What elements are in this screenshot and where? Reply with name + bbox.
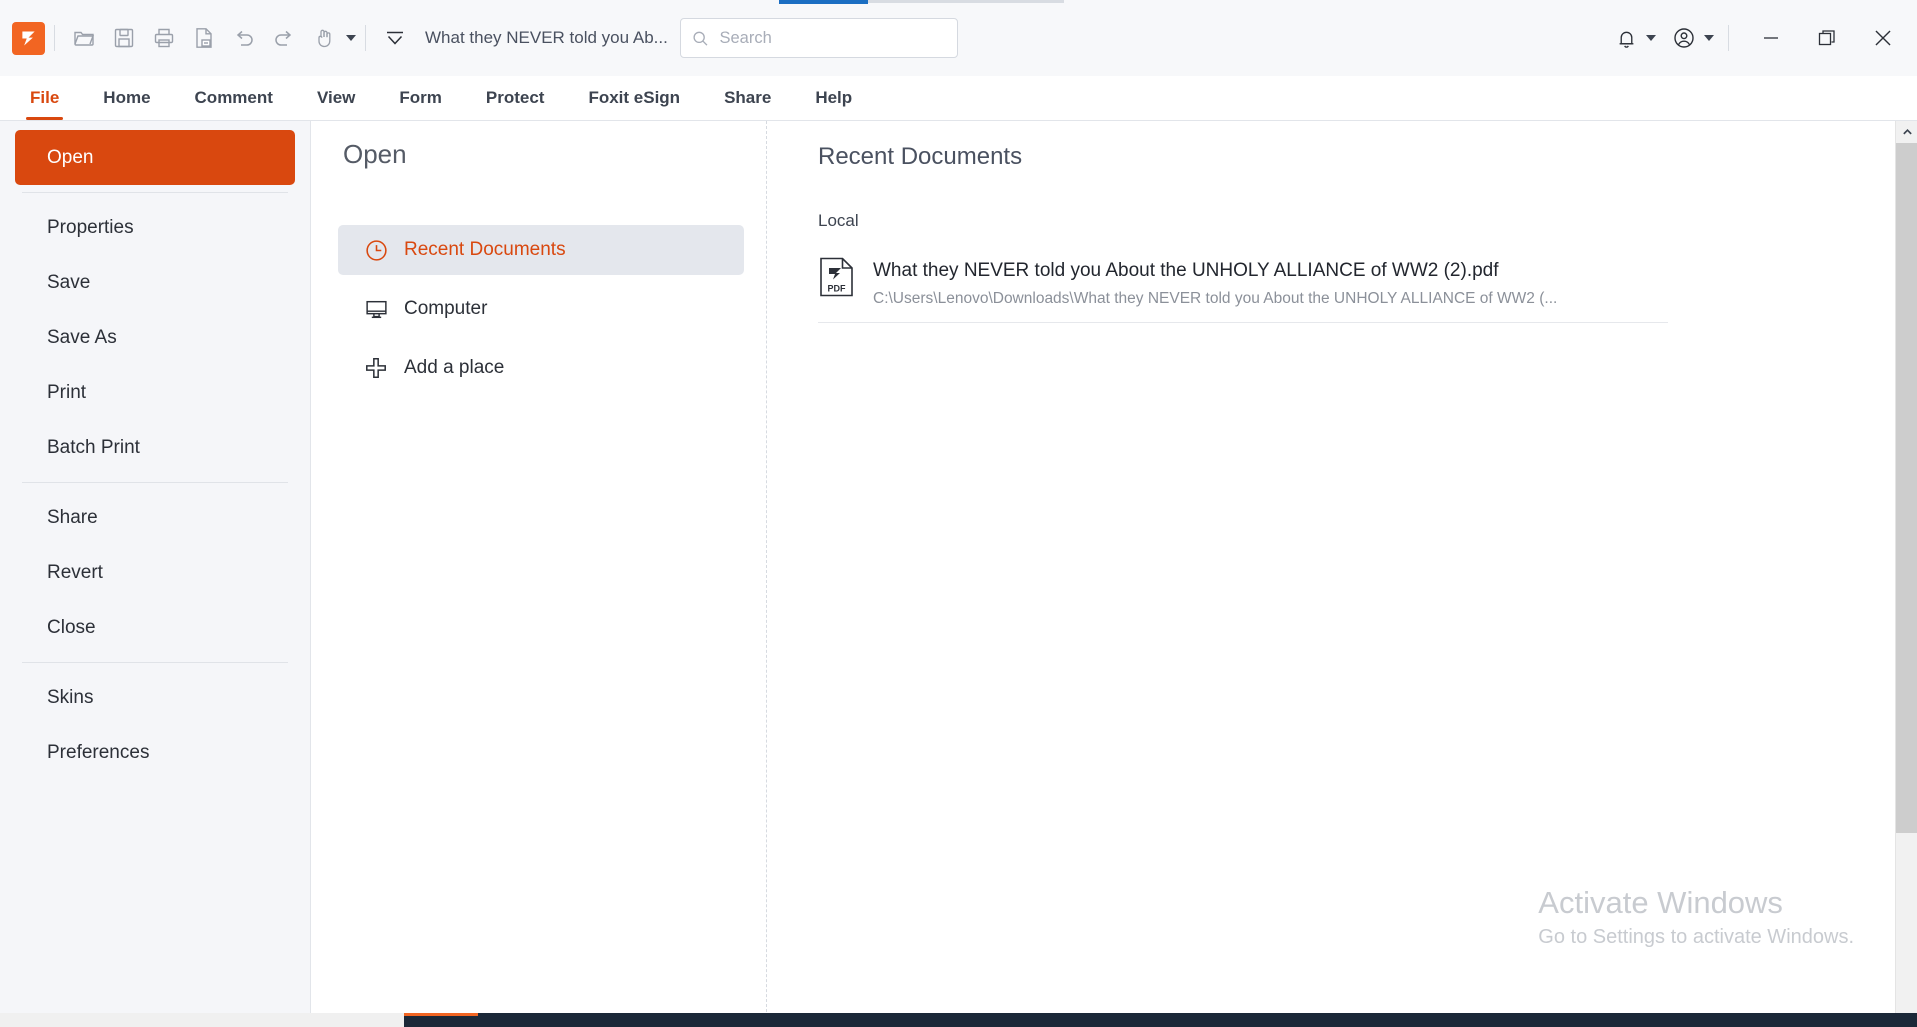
scrollbar-up-arrow-icon[interactable] <box>1896 121 1917 143</box>
taskbar-left-strip <box>0 1013 404 1027</box>
user-account-icon[interactable] <box>1666 18 1702 58</box>
document-tab-dropdown-icon[interactable] <box>375 18 415 58</box>
sidebar-item-open[interactable]: Open <box>15 130 295 185</box>
open-item-add-a-place[interactable]: Add a place <box>338 343 744 393</box>
sidebar-item-save-as[interactable]: Save As <box>15 310 295 365</box>
menu-item-share[interactable]: Share <box>702 76 793 120</box>
sidebar-item-properties[interactable]: Properties <box>15 200 295 255</box>
search-box[interactable] <box>679 18 958 58</box>
svg-text:PDF: PDF <box>828 284 847 294</box>
title-bar: What they NEVER told you Ab... <box>0 0 1917 76</box>
menu-bar: File Home Comment View Form Protect Foxi… <box>0 76 1917 121</box>
toolbar-divider-3 <box>1728 25 1729 51</box>
window-top-accent <box>779 0 868 4</box>
recent-document-name: What they NEVER told you About the UNHOL… <box>873 260 1499 281</box>
open-panel: Open Recent Documents Computer Add a pla… <box>311 121 767 1027</box>
menu-item-form[interactable]: Form <box>377 76 464 120</box>
pdf-file-icon: PDF <box>818 257 856 297</box>
sidebar-divider-1 <box>22 192 288 193</box>
sidebar-item-skins[interactable]: Skins <box>15 670 295 725</box>
export-page-icon[interactable] <box>184 18 224 58</box>
restore-icon[interactable] <box>1799 13 1855 63</box>
open-item-label: Add a place <box>404 357 505 378</box>
menu-item-help[interactable]: Help <box>793 76 874 120</box>
redo-icon[interactable] <box>264 18 304 58</box>
window-top-accent-secondary <box>868 0 1064 3</box>
minimize-icon[interactable] <box>1743 13 1799 63</box>
recent-group-label: Local <box>818 211 859 230</box>
sidebar-item-share[interactable]: Share <box>15 490 295 545</box>
sidebar-item-batch-print[interactable]: Batch Print <box>15 420 295 475</box>
recent-document-row[interactable]: PDF What they NEVER told you About the U… <box>818 248 1668 323</box>
toolbar-divider-2 <box>365 25 366 51</box>
sidebar-item-revert[interactable]: Revert <box>15 545 295 600</box>
scrollbar-thumb[interactable] <box>1896 143 1917 833</box>
save-icon[interactable] <box>104 18 144 58</box>
sidebar-divider-2 <box>22 482 288 483</box>
menu-item-comment[interactable]: Comment <box>173 76 295 120</box>
undo-icon[interactable] <box>224 18 264 58</box>
notification-dropdown-caret[interactable] <box>1646 35 1656 41</box>
document-title: What they NEVER told you Ab... <box>425 28 668 47</box>
search-input[interactable] <box>719 28 947 48</box>
foxit-logo-icon[interactable] <box>12 21 45 55</box>
recent-panel-title: Recent Documents <box>818 143 1023 170</box>
open-item-recent-documents[interactable]: Recent Documents <box>338 225 744 275</box>
watermark-title: Activate Windows <box>1538 885 1783 921</box>
hand-tool-dropdown-caret[interactable] <box>346 35 356 41</box>
sidebar-item-preferences[interactable]: Preferences <box>15 725 295 780</box>
search-icon <box>693 31 708 46</box>
toolbar-divider-1 <box>54 25 55 51</box>
clock-icon <box>362 236 390 264</box>
recent-document-texts: What they NEVER told you About the UNHOL… <box>873 257 1557 308</box>
taskbar-accent-marker <box>404 1013 478 1016</box>
sidebar-item-close[interactable]: Close <box>15 600 295 655</box>
open-item-computer[interactable]: Computer <box>338 284 744 334</box>
hand-tool-icon[interactable] <box>304 18 344 58</box>
sidebar-item-print[interactable]: Print <box>15 365 295 420</box>
menu-item-protect[interactable]: Protect <box>464 76 567 120</box>
file-sidebar: Open Properties Save Save As Print Batch… <box>0 121 311 1027</box>
menu-item-foxit-esign[interactable]: Foxit eSign <box>566 76 702 120</box>
sidebar-divider-3 <box>22 662 288 663</box>
vertical-scrollbar[interactable] <box>1895 121 1917 1027</box>
open-panel-title: Open <box>343 139 407 169</box>
menu-item-file[interactable]: File <box>8 76 81 120</box>
open-file-icon[interactable] <box>64 18 104 58</box>
window-controls-group <box>1608 13 1917 63</box>
watermark-subtitle: Go to Settings to activate Windows. <box>1538 926 1854 948</box>
open-item-label: Computer <box>404 298 488 319</box>
plus-icon <box>362 354 390 382</box>
recent-documents-panel: Recent Documents Local PDF What they NEV… <box>767 121 1917 1027</box>
close-icon[interactable] <box>1855 13 1911 63</box>
file-menu-body: Open Properties Save Save As Print Batch… <box>0 121 1917 1027</box>
open-item-label: Recent Documents <box>404 239 566 260</box>
monitor-icon <box>362 295 390 323</box>
menu-item-view[interactable]: View <box>295 76 377 120</box>
menu-item-home[interactable]: Home <box>81 76 172 120</box>
account-dropdown-caret[interactable] <box>1704 35 1714 41</box>
activate-windows-watermark: Activate Windows Go to Settings to activ… <box>1538 884 1854 949</box>
bell-icon[interactable] <box>1608 18 1644 58</box>
recent-document-path: C:\Users\Lenovo\Downloads\What they NEVE… <box>873 289 1558 307</box>
print-icon[interactable] <box>144 18 184 58</box>
sidebar-item-save[interactable]: Save <box>15 255 295 310</box>
